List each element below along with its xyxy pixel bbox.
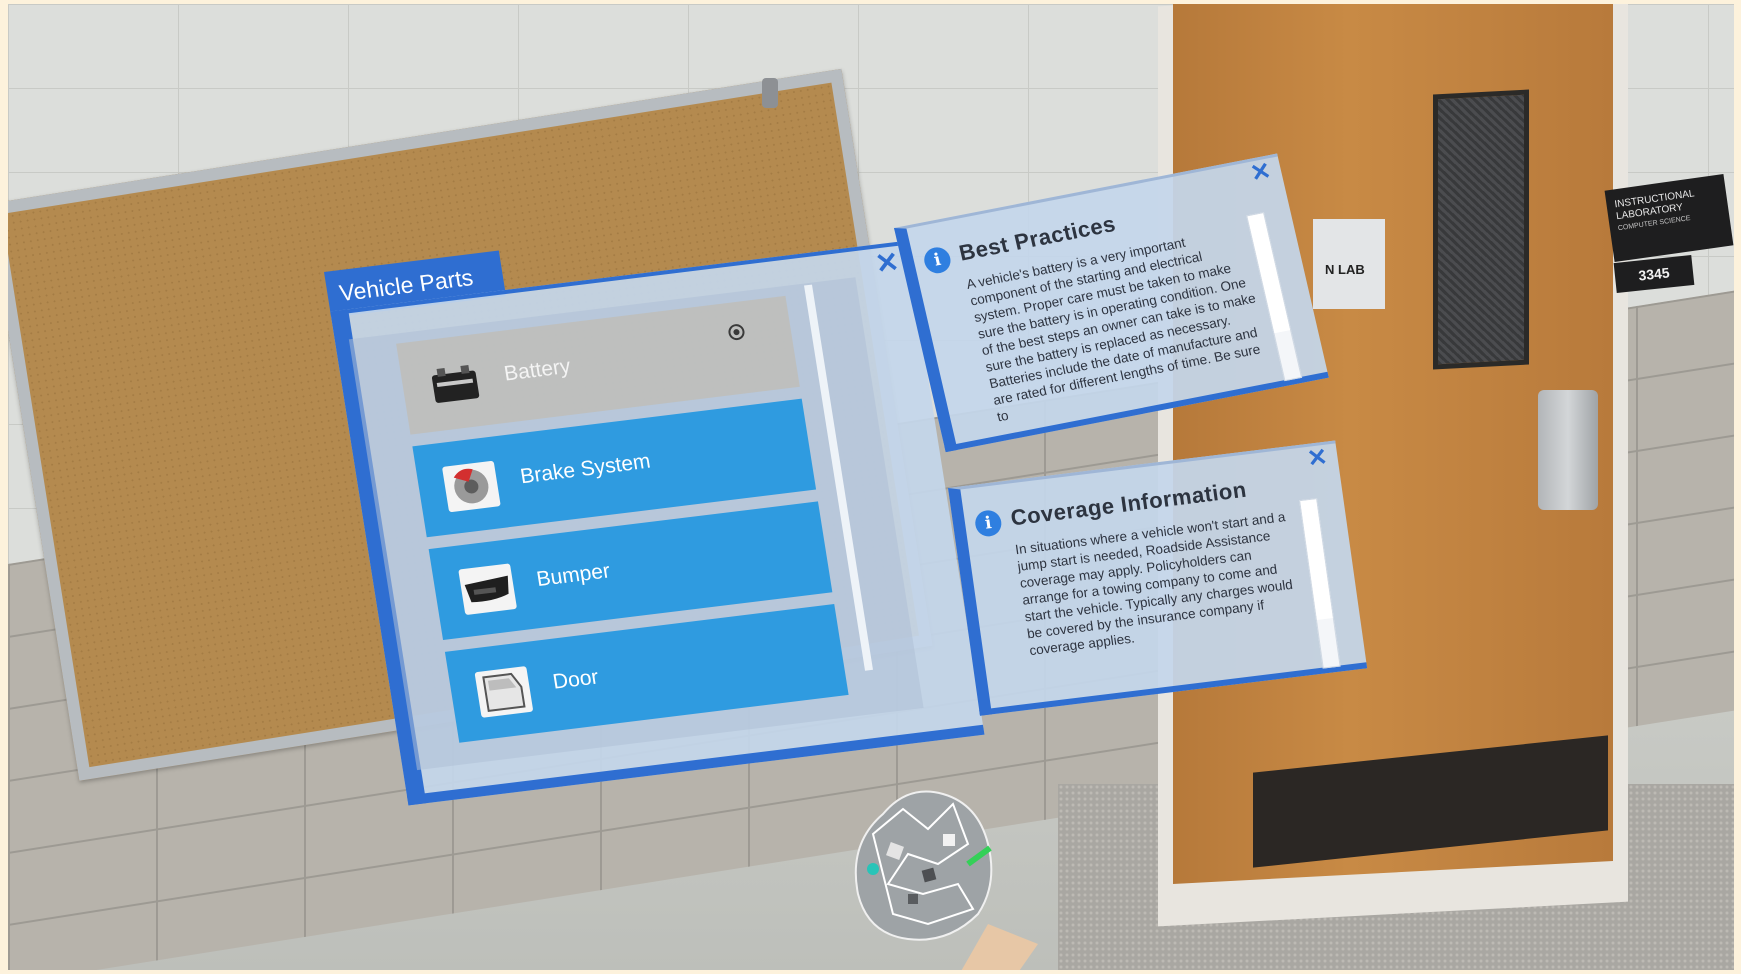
list-item-label: Brake System (518, 449, 653, 489)
door-paper-sign-text: N LAB (1325, 262, 1365, 277)
info-icon: i (921, 245, 954, 276)
car-door-icon (474, 666, 534, 718)
list-item-label: Door (551, 665, 601, 694)
bumper-icon (458, 563, 518, 616)
gaze-cursor-icon (727, 323, 746, 341)
close-icon[interactable]: ✕ (1248, 156, 1274, 188)
door-handle (1538, 390, 1598, 510)
tracked-hand (854, 790, 1038, 970)
wall-hook (762, 78, 778, 108)
mixed-reality-scene: N LAB INSTRUCTIONAL LABORATORY COMPUTER … (8, 4, 1734, 970)
info-icon: i (973, 508, 1004, 538)
door-window (1433, 89, 1529, 370)
close-icon[interactable]: ✕ (873, 246, 901, 279)
close-icon[interactable]: ✕ (1305, 443, 1330, 474)
coverage-information-panel: i Coverage Information ✕ In situations w… (948, 440, 1368, 716)
battery-icon (426, 358, 485, 410)
tracking-joint-cyan (867, 863, 879, 875)
brake-disc-icon (441, 460, 501, 513)
coverage-information-body: In situations where a vehicle won't star… (1014, 509, 1294, 659)
list-item-label: Bumper (534, 559, 612, 592)
list-item-label: Battery (502, 354, 573, 386)
